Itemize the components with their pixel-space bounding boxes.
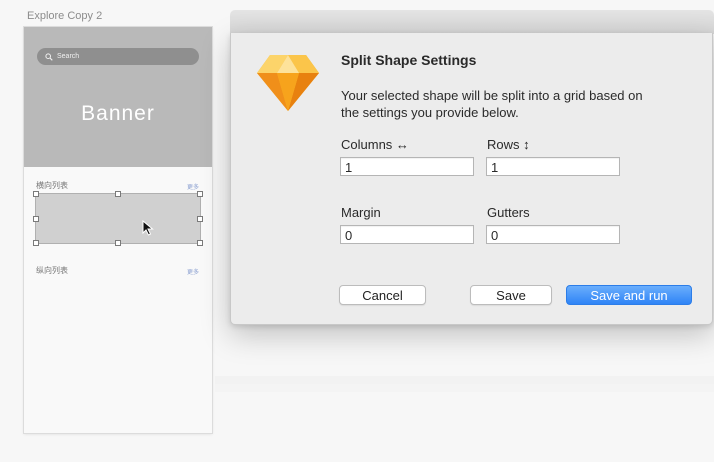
artboard-name[interactable]: Explore Copy 2 [27,10,102,22]
resize-handle-top-right[interactable] [197,191,203,197]
split-shape-dialog: Split Shape Settings Your selected shape… [230,33,713,325]
gutters-label: Gutters [487,205,530,220]
banner-title: Banner [81,102,155,125]
rows-label: Rows ↕ [487,137,530,152]
save-and-run-button[interactable]: Save and run [566,285,692,305]
resize-handle-bottom-right[interactable] [197,240,203,246]
search-bar[interactable]: Search [37,48,199,65]
resize-handle-top[interactable] [115,191,121,197]
resize-handle-left[interactable] [33,216,39,222]
screen: Explore Copy 2 Search Banner 横向列表 更多 纵向列… [0,0,714,462]
mouse-pointer-icon [142,219,154,236]
sketch-diamond-icon [255,51,321,113]
dialog-window-strip [230,10,714,34]
dialog-message: Your selected shape will be split into a… [341,88,643,120]
ghost-row [215,384,714,392]
horizontal-list-more-link[interactable]: 更多 [187,182,199,191]
rows-input[interactable] [486,157,620,176]
resize-handle-bottom[interactable] [115,240,121,246]
resize-handle-bottom-left[interactable] [33,240,39,246]
margin-input[interactable] [340,225,474,244]
columns-label: Columns ↔ [341,137,409,152]
horizontal-list-label: 横向列表 [36,181,68,190]
search-icon [45,52,53,61]
search-placeholder: Search [57,53,80,60]
vertical-list-label: 纵向列表 [36,266,68,275]
columns-input[interactable] [340,157,474,176]
resize-handle-top-left[interactable] [33,191,39,197]
margin-label: Margin [341,205,381,220]
vertical-list-more-link[interactable]: 更多 [187,267,199,276]
ghost-row [215,376,714,384]
banner[interactable]: Search Banner [24,27,212,167]
dialog-title: Split Shape Settings [341,52,477,68]
cancel-button[interactable]: Cancel [339,285,426,305]
artboard[interactable]: Search Banner 横向列表 更多 纵向列表 更多 [24,27,212,433]
gutters-input[interactable] [486,225,620,244]
selected-rectangle[interactable] [35,193,201,244]
save-button[interactable]: Save [470,285,552,305]
resize-handle-right[interactable] [197,216,203,222]
